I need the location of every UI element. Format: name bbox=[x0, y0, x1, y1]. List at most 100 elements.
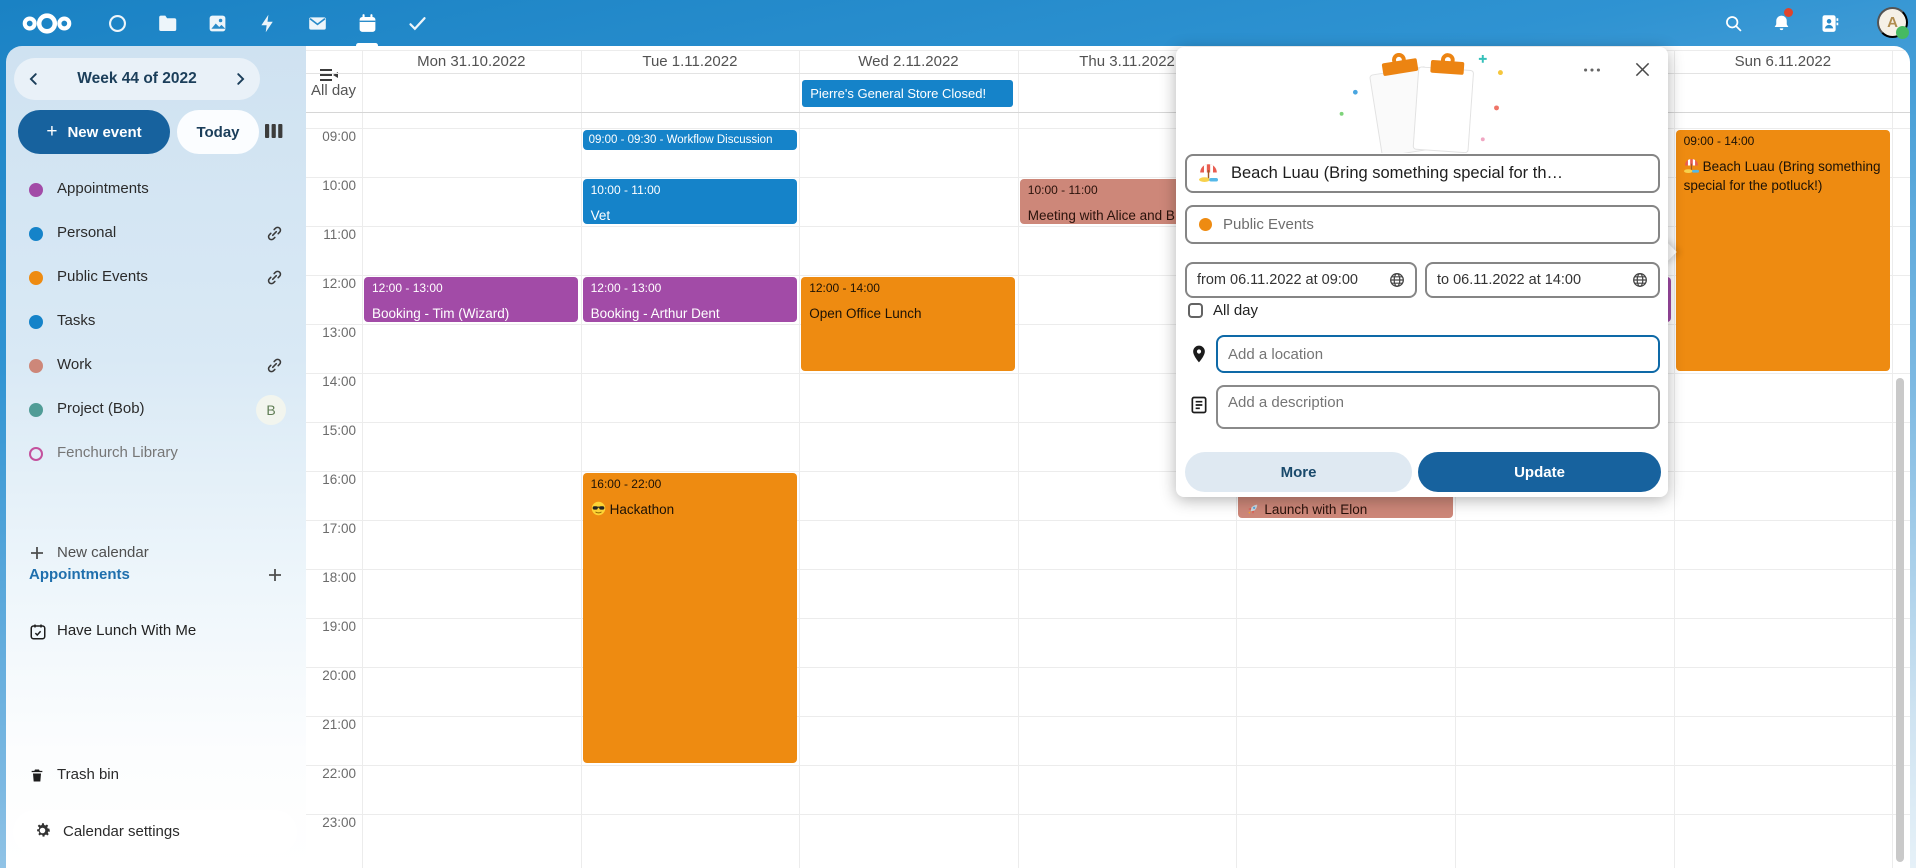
time-label: 10:00 bbox=[306, 178, 356, 193]
start-datetime-input[interactable]: from 06.11.2022 at 09:00 bbox=[1185, 262, 1417, 298]
event-workflow-discussion[interactable]: 09:00 - 09:30 - Workflow Discussion bbox=[583, 130, 797, 151]
calendar-item-public-events[interactable]: Public Events bbox=[6, 256, 306, 300]
description-textarea[interactable] bbox=[1216, 385, 1660, 429]
hour-line bbox=[306, 128, 1910, 129]
previous-week-button[interactable] bbox=[14, 58, 54, 100]
event-title-input[interactable]: Beach Luau (Bring something special for … bbox=[1185, 154, 1660, 193]
appointment-item-have-lunch-with-me[interactable]: Have Lunch With Me bbox=[6, 610, 306, 654]
event-time: 12:00 - 13:00 bbox=[591, 281, 789, 295]
calendar-item-personal[interactable]: Personal bbox=[6, 212, 306, 256]
event-store-closed[interactable]: Pierre's General Store Closed! bbox=[802, 80, 1013, 107]
calendar-item-work[interactable]: Work bbox=[6, 344, 306, 388]
hour-line bbox=[306, 471, 1910, 472]
trash-bin-button[interactable]: Trash bin bbox=[6, 754, 306, 798]
activity-app-icon[interactable] bbox=[242, 0, 292, 46]
next-week-button[interactable] bbox=[220, 58, 260, 100]
calendar-ring-fenchurch-library bbox=[29, 447, 43, 461]
calendar-app-icon[interactable] bbox=[342, 0, 392, 46]
share-link-icon bbox=[266, 357, 283, 374]
new-event-button[interactable]: + New event bbox=[18, 110, 170, 154]
time-label: 18:00 bbox=[306, 570, 356, 585]
calendar-item-project-bob[interactable]: Project (Bob)B bbox=[6, 388, 306, 432]
timezone-globe-icon[interactable] bbox=[1632, 272, 1648, 288]
calendar-dot-project-bob bbox=[29, 403, 43, 417]
notifications-icon[interactable] bbox=[1759, 0, 1804, 46]
update-button[interactable]: Update bbox=[1418, 452, 1661, 492]
calendar-item-appointments[interactable]: Appointments bbox=[6, 168, 306, 212]
nextcloud-logo-icon[interactable] bbox=[16, 8, 78, 38]
hour-line bbox=[306, 520, 1910, 521]
timezone-globe-icon[interactable] bbox=[1389, 272, 1405, 288]
vertical-scrollbar-thumb[interactable] bbox=[1896, 378, 1904, 862]
dashboard-app-icon[interactable] bbox=[92, 0, 142, 46]
hour-line bbox=[306, 275, 1910, 276]
view-columns-icon[interactable] bbox=[262, 123, 286, 141]
photos-app-icon[interactable] bbox=[192, 0, 242, 46]
allday-row-label: All day bbox=[311, 82, 356, 99]
add-appointment-config-button[interactable] bbox=[267, 567, 284, 584]
event-title: Booking - Tim (Wizard) bbox=[372, 304, 570, 323]
calendar-label: Work bbox=[57, 356, 92, 373]
event-open-office-lunch[interactable]: 12:00 - 14:00 Open Office Lunch bbox=[801, 277, 1015, 372]
mail-app-icon[interactable] bbox=[292, 0, 342, 46]
search-icon[interactable] bbox=[1711, 0, 1756, 46]
event-booking-tim[interactable]: 12:00 - 13:00 Booking - Tim (Wizard) bbox=[364, 277, 578, 323]
week-label[interactable]: Week 44 of 2022 bbox=[54, 70, 220, 88]
event-time: 12:00 - 14:00 bbox=[809, 281, 1007, 295]
event-time: 10:00 - 11:00 bbox=[591, 183, 789, 197]
event-hackathon[interactable]: 16:00 - 22:00Hackathon bbox=[583, 473, 797, 764]
trash-bin-label: Trash bin bbox=[57, 766, 119, 783]
column-separator bbox=[1892, 50, 1893, 868]
checkbox-icon[interactable] bbox=[1188, 303, 1203, 318]
today-button[interactable]: Today bbox=[177, 110, 259, 154]
app-navigation bbox=[92, 0, 442, 46]
start-datetime-value: from 06.11.2022 at 09:00 bbox=[1197, 272, 1358, 288]
share-link-icon bbox=[266, 225, 283, 242]
event-title: Booking - Arthur Dent bbox=[591, 304, 789, 323]
event-title: Hackathon bbox=[591, 500, 789, 519]
more-button[interactable]: More bbox=[1185, 452, 1412, 492]
files-app-icon[interactable] bbox=[142, 0, 192, 46]
tasks-app-icon[interactable] bbox=[392, 0, 442, 46]
event-title: Beach Luau (Bring something special for … bbox=[1684, 157, 1882, 195]
column-separator bbox=[362, 50, 363, 868]
contacts-icon[interactable] bbox=[1807, 0, 1852, 46]
event-beach-luau[interactable]: 09:00 - 14:00 Beach Luau (Bring something… bbox=[1676, 130, 1890, 372]
calendar-dot-tasks bbox=[29, 315, 43, 329]
hour-line bbox=[306, 226, 1910, 227]
hour-line bbox=[306, 422, 1910, 423]
user-avatar[interactable]: A bbox=[1877, 7, 1908, 38]
location-input[interactable] bbox=[1216, 335, 1660, 373]
event-title: Open Office Lunch bbox=[809, 304, 1007, 323]
time-label: 12:00 bbox=[306, 276, 356, 291]
hour-line bbox=[306, 814, 1910, 815]
time-label: 14:00 bbox=[306, 374, 356, 389]
column-separator bbox=[1018, 50, 1019, 868]
calendar-label: Project (Bob) bbox=[57, 400, 145, 417]
top-bar: A bbox=[0, 0, 1916, 46]
menu-open-icon[interactable] bbox=[319, 68, 339, 82]
close-icon[interactable] bbox=[1630, 59, 1654, 83]
actions-menu-icon[interactable] bbox=[1580, 59, 1604, 83]
calendar-item-tasks[interactable]: Tasks bbox=[6, 300, 306, 344]
event-booking-arthur[interactable]: 12:00 - 13:00 Booking - Arthur Dent bbox=[583, 277, 797, 323]
event-illustration bbox=[1332, 53, 1512, 153]
calendar-select[interactable]: Public Events bbox=[1185, 205, 1660, 244]
calendar-settings-button[interactable]: Calendar settings bbox=[13, 810, 297, 854]
beach-umbrella-emoji bbox=[1199, 163, 1222, 185]
end-datetime-input[interactable]: to 06.11.2022 at 14:00 bbox=[1425, 262, 1660, 298]
time-label: 17:00 bbox=[306, 521, 356, 536]
time-label: 23:00 bbox=[306, 815, 356, 830]
allday-checkbox[interactable]: All day bbox=[1188, 302, 1258, 319]
appointment-label: Have Lunch With Me bbox=[57, 622, 196, 639]
calendar-label: Fenchurch Library bbox=[57, 444, 178, 461]
calendar-item-fenchurch-library[interactable]: Fenchurch Library bbox=[6, 432, 306, 476]
calendar-dot-work bbox=[29, 359, 43, 373]
hour-line bbox=[306, 373, 1910, 374]
event-time: 09:00 - 14:00 bbox=[1684, 134, 1882, 148]
hour-line bbox=[306, 177, 1910, 178]
time-label: 16:00 bbox=[306, 472, 356, 487]
time-label: 15:00 bbox=[306, 423, 356, 438]
event-time: 12:00 - 13:00 bbox=[372, 281, 570, 295]
event-vet[interactable]: 10:00 - 11:00Vet bbox=[583, 179, 797, 225]
